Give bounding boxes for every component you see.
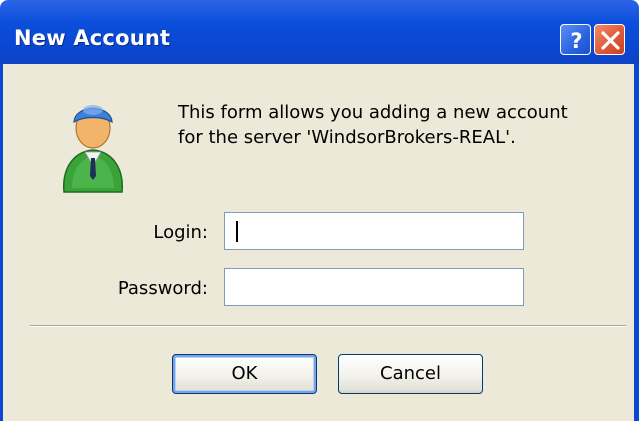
description-text: This form allows you adding a new accoun… (178, 100, 618, 150)
user-avatar-icon (58, 92, 128, 196)
password-input[interactable] (225, 269, 523, 305)
password-label: Password: (117, 278, 208, 299)
close-button[interactable] (594, 24, 625, 55)
description-line-1: This form allows you adding a new accoun… (178, 102, 568, 123)
svg-text:?: ? (570, 29, 582, 53)
title-bar[interactable]: New Account ? (0, 0, 639, 64)
close-icon (601, 31, 620, 50)
help-icon: ? (570, 29, 582, 53)
window-border (634, 64, 639, 421)
login-input[interactable] (225, 213, 523, 249)
description-line-2: for the server 'WindsorBrokers-REAL'. (178, 127, 516, 148)
login-field[interactable] (224, 212, 524, 250)
password-field[interactable] (224, 268, 524, 306)
new-account-dialog: New Account ? This form allows you addin… (0, 0, 639, 421)
separator (30, 325, 626, 327)
login-label: Login: (153, 222, 208, 243)
ok-button[interactable]: OK (172, 354, 317, 394)
text-caret (236, 221, 238, 242)
dialog-title: New Account (14, 26, 171, 50)
cancel-button[interactable]: Cancel (338, 354, 483, 394)
help-button[interactable]: ? (560, 24, 591, 55)
